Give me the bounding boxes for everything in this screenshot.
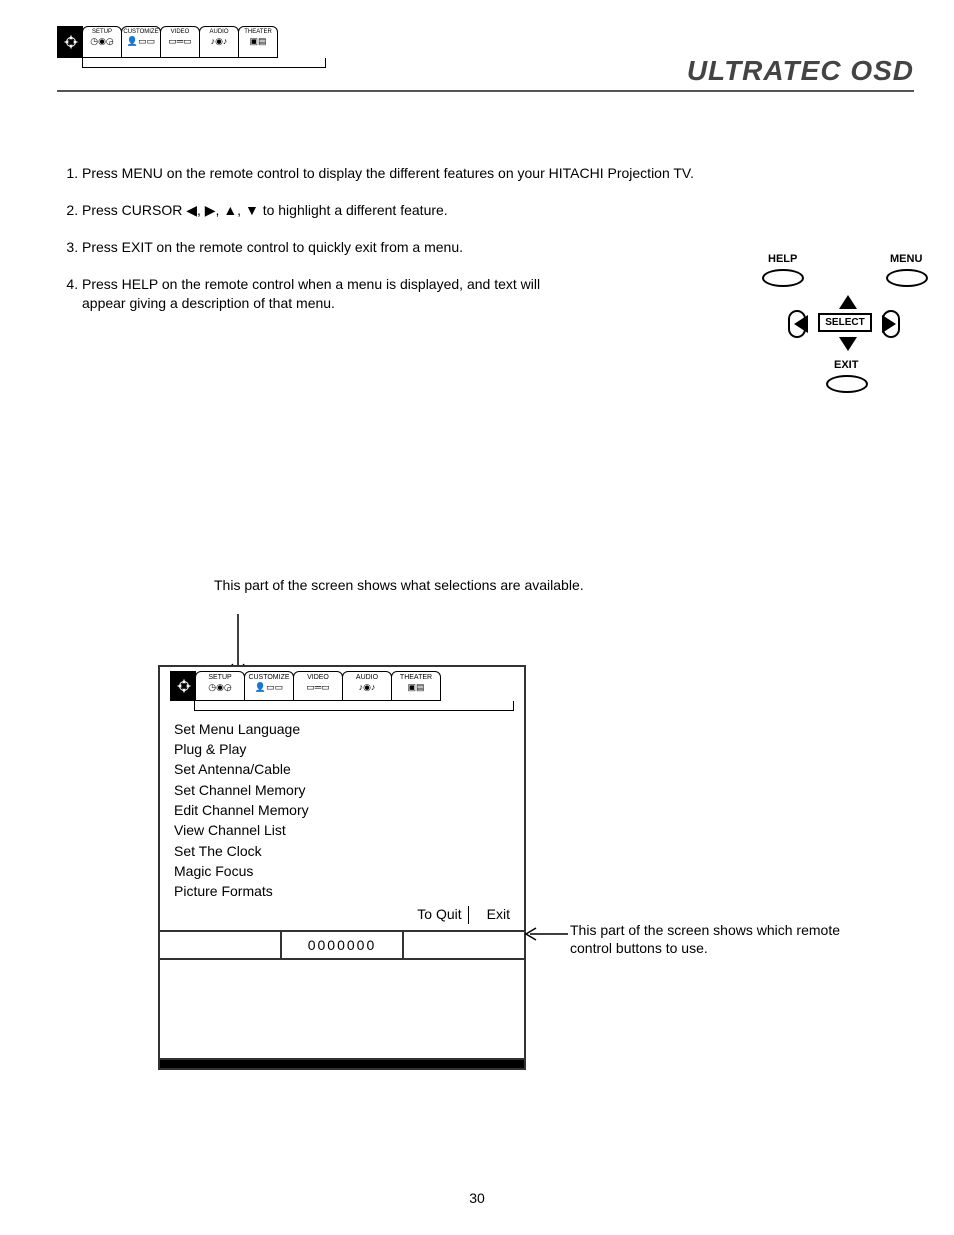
osd-status-cell xyxy=(160,932,282,958)
brand-logo-icon xyxy=(170,671,196,701)
osd-counter: 0000000 xyxy=(282,932,404,958)
tab-theater: THEATER ▣▤ xyxy=(238,26,278,58)
pointer-arrow-left-icon xyxy=(520,924,570,944)
osd-exit-label: Exit xyxy=(481,906,516,924)
osd-to-quit-label: To Quit xyxy=(411,906,467,924)
tab-label: CUSTOMIZE xyxy=(248,674,289,681)
tab-icon-video: ▭═▭ xyxy=(306,683,329,692)
tab-setup: SETUP ◷◉◶ xyxy=(82,26,122,58)
tab-label: AUDIO xyxy=(356,674,378,681)
page-title: ULTRATEC OSD xyxy=(687,55,914,86)
remote-left-button-outline xyxy=(788,310,806,338)
tab-label: VIDEO xyxy=(171,29,190,35)
tab-customize: CUSTOMIZE 👤▭▭ xyxy=(121,26,161,58)
osd-menu-item: View Channel List xyxy=(174,820,510,840)
remote-menu-label: MENU xyxy=(890,253,922,265)
tab-icon-setup: ◷◉◶ xyxy=(90,37,114,46)
osd-blank-area xyxy=(160,958,524,1058)
osd-tab-theater: THEATER ▣▤ xyxy=(391,671,441,701)
remote-menu-button-icon xyxy=(886,269,928,287)
page-title-bar: ULTRATEC OSD xyxy=(687,55,914,87)
tab-video: VIDEO ▭═▭ xyxy=(160,26,200,58)
tab-label: THEATER xyxy=(400,674,432,681)
diagram-caption-top: This part of the screen shows what selec… xyxy=(214,576,878,595)
header-tab-underbar xyxy=(82,58,326,68)
tab-icon-theater: ▣▤ xyxy=(407,683,424,692)
osd-menu-item: Plug & Play xyxy=(174,739,510,759)
instruction-item: Press MENU on the remote control to disp… xyxy=(82,164,842,183)
osd-menu-item: Magic Focus xyxy=(174,861,510,881)
tab-label: AUDIO xyxy=(209,29,228,35)
tab-label: SETUP xyxy=(92,29,112,35)
vertical-divider xyxy=(468,906,481,924)
osd-menu-item: Set Channel Memory xyxy=(174,780,510,800)
tab-icon-customize: 👤▭▭ xyxy=(255,683,283,692)
osd-status-row: 0000000 xyxy=(160,930,524,958)
tab-icon-customize: 👤▭▭ xyxy=(127,37,155,46)
osd-menu-item: Set Antenna/Cable xyxy=(174,759,510,779)
remote-exit-button-icon xyxy=(826,375,868,393)
osd-status-cell xyxy=(404,932,524,958)
osd-quit-row: To Quit Exit xyxy=(160,906,524,930)
arrow-down-icon xyxy=(839,337,857,351)
osd-tab-video: VIDEO ▭═▭ xyxy=(293,671,343,701)
tab-icon-video: ▭═▭ xyxy=(168,37,191,46)
brand-logo-icon xyxy=(57,26,83,58)
tab-audio: AUDIO ♪◉♪ xyxy=(199,26,239,58)
tab-icon-setup: ◷◉◶ xyxy=(208,683,232,692)
remote-right-button-outline xyxy=(882,310,900,338)
page-number: 30 xyxy=(0,1190,954,1206)
osd-menu-item: Picture Formats xyxy=(174,881,510,901)
tab-label: THEATER xyxy=(244,29,272,35)
tab-label: CUSTOMIZE xyxy=(123,29,158,35)
osd-menu-item: Edit Channel Memory xyxy=(174,800,510,820)
osd-menu-panel: SETUP ◷◉◶ CUSTOMIZE 👤▭▭ VIDEO ▭═▭ AUDIO … xyxy=(158,665,526,1070)
osd-menu-item: Set Menu Language xyxy=(174,719,510,739)
osd-menu-item: Set The Clock xyxy=(174,841,510,861)
arrow-up-icon xyxy=(839,295,857,309)
remote-select-label: SELECT xyxy=(818,313,872,332)
header-tabs: SETUP ◷◉◶ CUSTOMIZE 👤▭▭ VIDEO ▭═▭ AUDIO … xyxy=(57,26,278,58)
tab-icon-audio: ♪◉♪ xyxy=(359,683,376,692)
instruction-item: Press CURSOR ◀, ▶, ▲, ▼ to highlight a d… xyxy=(82,201,842,220)
remote-control-diagram: HELP MENU SELECT EXIT xyxy=(762,253,952,413)
tab-icon-theater: ▣▤ xyxy=(249,37,266,46)
tab-label: VIDEO xyxy=(307,674,329,681)
osd-tabs-row: SETUP ◷◉◶ CUSTOMIZE 👤▭▭ VIDEO ▭═▭ AUDIO … xyxy=(160,667,524,701)
osd-tab-customize: CUSTOMIZE 👤▭▭ xyxy=(244,671,294,701)
osd-tab-underbar xyxy=(194,701,514,711)
osd-tab-audio: AUDIO ♪◉♪ xyxy=(342,671,392,701)
instruction-item: Press EXIT on the remote control to quic… xyxy=(82,238,842,257)
osd-menu-items: Set Menu Language Plug & Play Set Antenn… xyxy=(160,719,524,906)
diagram-caption-side: This part of the screen shows which remo… xyxy=(570,921,878,957)
remote-help-button-icon xyxy=(762,269,804,287)
header-rule xyxy=(57,90,914,92)
osd-tab-setup: SETUP ◷◉◶ xyxy=(195,671,245,701)
tab-icon-audio: ♪◉♪ xyxy=(211,37,228,46)
remote-help-label: HELP xyxy=(768,253,797,265)
instruction-item: Press HELP on the remote control when a … xyxy=(82,275,562,313)
osd-diagram: This part of the screen shows what selec… xyxy=(158,576,878,1070)
osd-bottom-bar xyxy=(160,1058,524,1068)
tab-label: SETUP xyxy=(208,674,231,681)
instructions-list: Press MENU on the remote control to disp… xyxy=(57,164,854,330)
remote-exit-label: EXIT xyxy=(834,359,858,371)
